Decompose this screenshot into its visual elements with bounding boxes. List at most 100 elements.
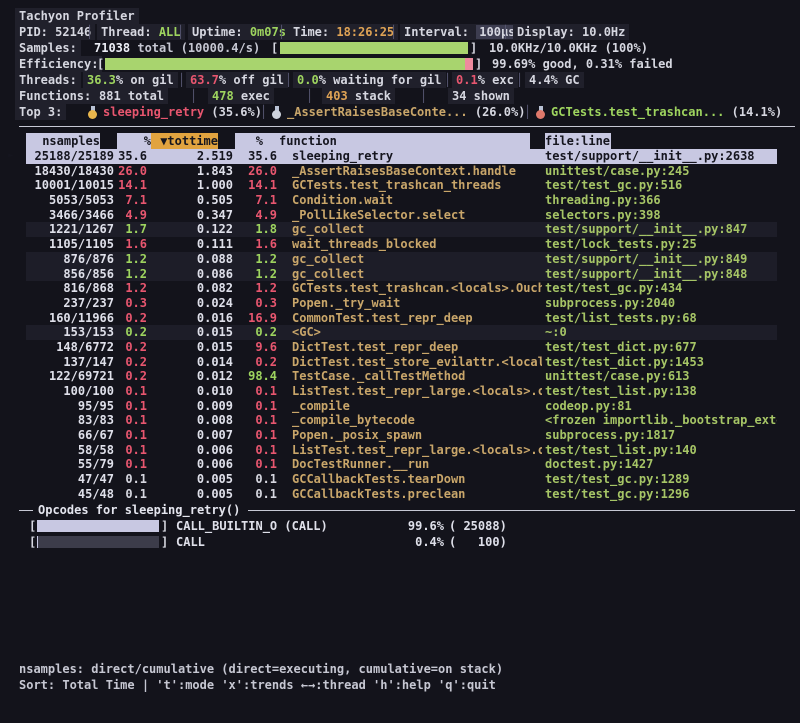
cell-nsamples: 58/58 xyxy=(26,443,114,458)
off-gil-stat: 63.7% off gil xyxy=(186,72,288,88)
table-row[interactable]: ► 47/47 0.1 0.005 0.1 GCCallbackTests.te… xyxy=(26,472,777,487)
stats-table-body: ► 25188/25189 35.6 2.519 35.6 sleeping_r… xyxy=(0,149,800,502)
table-row[interactable]: ► 25188/25189 35.6 2.519 35.6 sleeping_r… xyxy=(26,149,777,164)
threads-line: Threads: 36.3% on gil │ 63.7% off gil │ … xyxy=(0,72,800,88)
table-row[interactable]: ► 876/876 1.2 0.088 1.2 gc_collect test/… xyxy=(26,252,777,267)
cell-pct: 14.1 xyxy=(114,178,147,193)
table-row[interactable]: ► 856/856 1.2 0.086 1.2 gc_collect test/… xyxy=(26,267,777,282)
cell-function: _AssertRaisesBaseContext.handle xyxy=(277,164,542,179)
cell-function: DocTestRunner.__run xyxy=(277,457,542,472)
top3-item-1[interactable]: sleeping_retry (35.6%) xyxy=(88,104,262,120)
cell-tottime: 0.122 xyxy=(147,222,233,237)
title-line: Tachyon Profiler xyxy=(0,8,800,24)
cell-pct: 0.1 xyxy=(114,428,147,443)
cell-function: Popen._try_wait xyxy=(277,296,542,311)
table-row[interactable]: ► 5053/5053 7.1 0.505 7.1 Condition.wait… xyxy=(26,193,777,208)
cell-pct: 0.1 xyxy=(114,413,147,428)
divider: │ xyxy=(260,104,267,120)
cell-function: ListTest.test_repr_large.<locals>.c... xyxy=(277,443,542,458)
cell-cum-pct: 16.9 xyxy=(233,311,277,326)
cell-file: threading.py:366 xyxy=(542,193,777,208)
divider: │ xyxy=(178,72,185,88)
table-row[interactable]: ► 18430/18430 26.0 1.843 26.0 _AssertRai… xyxy=(26,164,777,179)
table-row[interactable]: ► 55/79 0.1 0.006 0.1 DocTestRunner.__ru… xyxy=(26,457,777,472)
cell-file: codeop.py:81 xyxy=(542,399,777,414)
footer-keys-line: Sort: Total Time | 't':mode 'x':trends ←… xyxy=(0,677,800,693)
table-row[interactable]: ► 1221/1267 1.7 0.122 1.8 gc_collect tes… xyxy=(26,222,777,237)
table-row[interactable]: ► 237/237 0.3 0.024 0.3 Popen._try_wait … xyxy=(26,296,777,311)
thread-field[interactable]: Thread: ALL xyxy=(97,24,185,40)
footer-help-line: nsamples: direct/cumulative (direct=exec… xyxy=(0,661,800,677)
table-row[interactable]: ► 66/67 0.1 0.007 0.1 Popen._posix_spawn… xyxy=(26,428,777,443)
cell-pct: 0.2 xyxy=(114,325,147,340)
cell-cum-pct: 0.1 xyxy=(233,428,277,443)
section-divider xyxy=(0,120,800,133)
cell-function: DictTest.test_repr_deep xyxy=(277,340,542,355)
cell-tottime: 0.016 xyxy=(147,311,233,326)
table-row[interactable]: ► 45/48 0.1 0.005 0.1 GCCallbackTests.pr… xyxy=(26,487,777,502)
column-header-pct[interactable]: % xyxy=(117,133,151,149)
footer-divider: | xyxy=(142,678,149,692)
top3-label: Top 3: xyxy=(15,104,66,120)
table-row[interactable]: ► 1105/1105 1.6 0.111 1.6 wait_threads_b… xyxy=(26,237,777,252)
table-row[interactable]: ► 58/58 0.1 0.006 0.1 ListTest.test_repr… xyxy=(26,443,777,458)
cell-pct: 0.1 xyxy=(114,487,147,502)
cell-tottime: 0.111 xyxy=(147,237,233,252)
cell-cum-pct: 0.1 xyxy=(233,457,277,472)
cell-cum-pct: 0.2 xyxy=(233,325,277,340)
table-row[interactable]: ► 816/868 1.2 0.082 1.2 GCTests.test_tra… xyxy=(26,281,777,296)
column-header-file[interactable]: file:line xyxy=(545,133,611,149)
column-header-function[interactable]: function xyxy=(263,133,530,149)
cell-cum-pct: 1.8 xyxy=(233,222,277,237)
column-header-cum-pct[interactable]: % xyxy=(235,133,263,149)
column-header-tottime[interactable]: ▼tottime xyxy=(151,133,218,149)
top3-name: sleeping_retry xyxy=(103,104,204,120)
cell-cum-pct: 7.1 xyxy=(233,193,277,208)
column-header-nsamples[interactable]: nsamples xyxy=(26,133,100,149)
opcode-pct: 0.4% xyxy=(399,534,444,550)
cell-function: <GC> xyxy=(277,325,542,340)
table-row[interactable]: ► 137/147 0.2 0.014 0.2 DictTest.test_st… xyxy=(26,355,777,370)
bracket-close: ] xyxy=(161,518,168,534)
divider: │ xyxy=(306,88,313,104)
table-row[interactable]: ► 100/100 0.1 0.010 0.1 ListTest.test_re… xyxy=(26,384,777,399)
cell-file: selectors.py:398 xyxy=(542,208,777,223)
stats-table: nsamples % ▼tottime % function file:line… xyxy=(0,133,800,502)
top3-name: _AssertRaisesBaseConte... xyxy=(287,104,468,120)
cell-nsamples: 1105/1105 xyxy=(26,237,114,252)
cell-pct: 0.1 xyxy=(114,457,147,472)
cell-nsamples: 153/153 xyxy=(26,325,114,340)
table-row[interactable]: ► 153/153 0.2 0.015 0.2 <GC> ~:0 xyxy=(26,325,777,340)
samples-rate: 10.0KHz/10.0KHz (100%) xyxy=(489,40,648,56)
table-row[interactable]: ► 10001/10015 14.1 1.000 14.1 GCTests.te… xyxy=(26,178,777,193)
opcode-bar xyxy=(37,536,159,548)
opcode-bar-fill xyxy=(37,520,159,532)
table-row[interactable]: ► 148/6772 0.2 0.015 9.6 DictTest.test_r… xyxy=(26,340,777,355)
table-row[interactable]: ► 3466/3466 4.9 0.347 4.9 _PollLikeSelec… xyxy=(26,208,777,223)
top3-item-2[interactable]: _AssertRaisesBaseConte... (26.0%) xyxy=(272,104,525,120)
cell-pct: 0.1 xyxy=(114,443,147,458)
cell-file: test/test_gc.py:1296 xyxy=(542,487,777,502)
table-row[interactable]: ► 95/95 0.1 0.009 0.1 _compile codeop.py… xyxy=(26,399,777,414)
bracket-open: [ xyxy=(97,56,104,72)
cell-nsamples: 148/6772 xyxy=(26,340,114,355)
table-row[interactable]: ► 122/69721 0.2 0.012 98.4 TestCase._cal… xyxy=(26,369,777,384)
divider: │ xyxy=(420,88,427,104)
top3-item-3[interactable]: GCTests.test_trashcan... (14.1%) xyxy=(536,104,782,120)
table-row[interactable]: ► 83/83 0.1 0.008 0.1 _compile_bytecode … xyxy=(26,413,777,428)
time-value: 18:26:25 xyxy=(336,25,394,39)
cell-cum-pct: 0.3 xyxy=(233,296,277,311)
cell-cum-pct: 0.2 xyxy=(233,355,277,370)
cell-cum-pct: 98.4 xyxy=(233,369,277,384)
top3-name: GCTests.test_trashcan... xyxy=(551,104,724,120)
cell-file: test/test_dict.py:677 xyxy=(542,340,777,355)
opcode-name: CALL_BUILTIN_O (CALL) xyxy=(176,518,328,534)
table-row[interactable]: ► 160/11966 0.2 0.016 16.9 CommonTest.te… xyxy=(26,311,777,326)
divider: │ xyxy=(502,24,509,40)
gold-medal-icon xyxy=(88,106,99,119)
uptime-field: Uptime: 0m07s xyxy=(188,24,290,40)
cell-pct: 0.1 xyxy=(114,472,147,487)
cell-nsamples: 66/67 xyxy=(26,428,114,443)
samples-bar xyxy=(280,42,468,54)
cell-nsamples: 160/11966 xyxy=(26,311,114,326)
